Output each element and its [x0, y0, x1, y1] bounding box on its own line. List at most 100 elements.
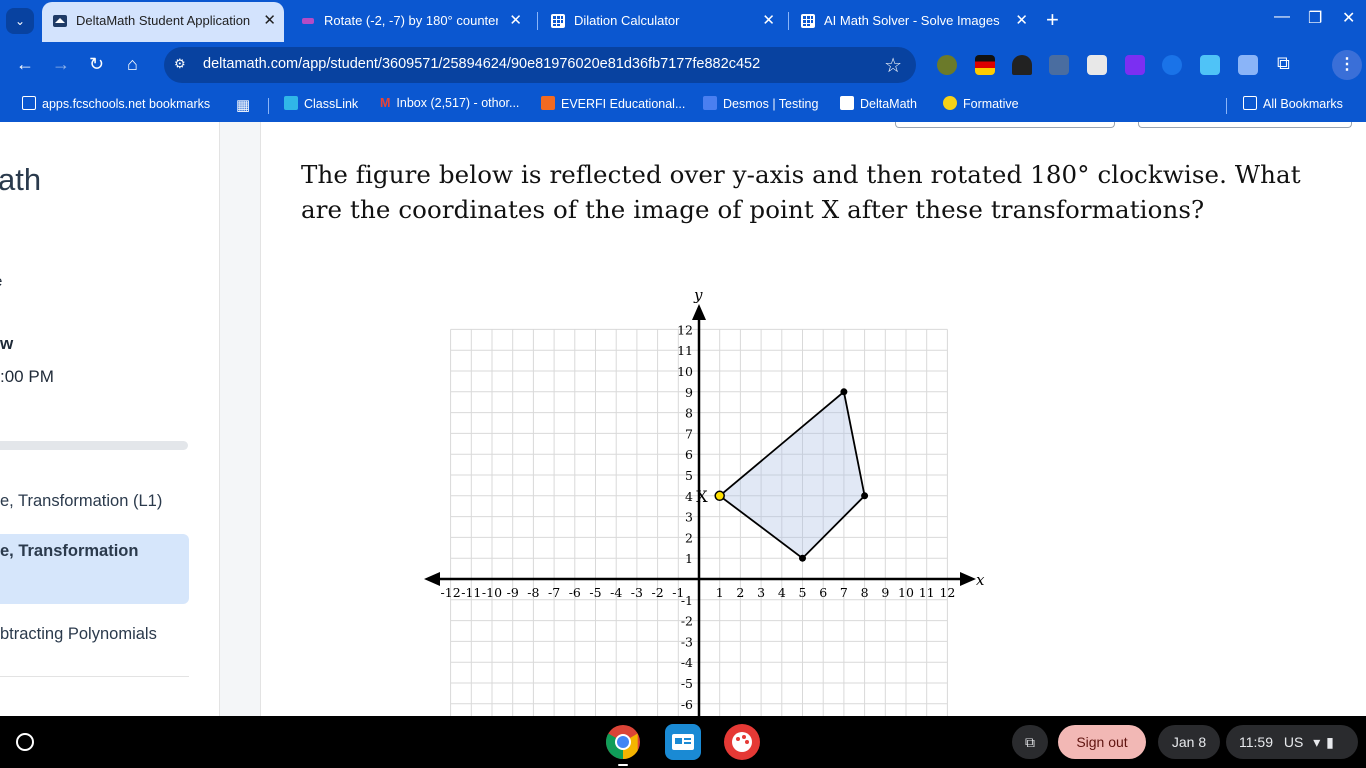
extension-cloud-icon[interactable] [1200, 55, 1220, 75]
forward-icon[interactable]: → [52, 54, 70, 74]
chromeos-shelf: ⧉ Sign out Jan 8 11:59 US ▾ ▮ [0, 716, 1366, 768]
extension-hat-icon[interactable] [1012, 55, 1032, 75]
tab-deltamath[interactable]: DeltaMath Student Application ✕ [42, 2, 284, 42]
bookmark-label: apps.fcschools.net bookmarks [42, 97, 211, 111]
bookmark-label: ClassLink [304, 97, 359, 111]
y-tick-label: 10 [677, 364, 693, 379]
x-tick-label: -10 [482, 585, 502, 600]
classroom-app-icon[interactable] [665, 724, 701, 760]
x-tick-label: 6 [819, 585, 827, 600]
extension-save-icon[interactable] [1238, 55, 1258, 75]
apps-grid-icon: ▦ [236, 97, 251, 114]
tab-ai-math[interactable]: AI Math Solver - Solve Images F ✕ [790, 4, 1036, 38]
top-button-edge[interactable] [1138, 122, 1352, 128]
chrome-logo-icon [606, 725, 640, 759]
brand-logo-text: ath [0, 162, 42, 197]
paint-app-icon[interactable] [724, 724, 760, 760]
extension-flag-icon[interactable] [975, 55, 995, 75]
x-axis-label: x [976, 571, 985, 589]
close-window-icon[interactable]: ✕ [1342, 8, 1355, 28]
palette-icon [732, 732, 752, 752]
tab-rotate[interactable]: Rotate (-2, -7) by 180° countercl ✕ [290, 4, 530, 38]
deltamath-page: ath e w :00 PM e, Transformation (L1) e,… [0, 122, 1366, 716]
x-tick-label: 3 [757, 585, 765, 600]
bookmark-formative[interactable]: Formative [943, 96, 1019, 111]
wifi-icon: ▾ [1313, 734, 1321, 750]
extensions-puzzle-icon[interactable]: ⧉ [1277, 53, 1290, 73]
close-tab-icon[interactable]: ✕ [762, 4, 775, 38]
sidebar-item-subtracting-polynomials[interactable]: btracting Polynomials [0, 618, 189, 658]
launcher-icon [16, 733, 34, 751]
tab-title: AI Math Solver - Solve Images F [824, 13, 1004, 28]
browser-toolbar: ← → ↻ ⌂ ⚙ deltamath.com/app/student/3609… [0, 42, 1366, 88]
bookmark-everfi[interactable]: EVERFI Educational... [541, 96, 685, 111]
close-tab-icon[interactable]: ✕ [509, 4, 522, 38]
classlink-icon [284, 96, 298, 110]
close-tab-icon[interactable]: ✕ [263, 2, 276, 40]
chevron-down-icon: ⌄ [14, 14, 26, 28]
bookmark-star-icon[interactable]: ☆ [884, 53, 902, 78]
id-card-icon [672, 734, 694, 750]
bookmark-deltamath[interactable]: DeltaMath [840, 96, 917, 111]
address-bar[interactable]: ⚙ deltamath.com/app/student/3609571/2589… [164, 47, 916, 83]
bookmark-classlink[interactable]: ClassLink [284, 96, 358, 111]
sidebar-item-transformation-l1[interactable]: e, Transformation (L1) [0, 486, 189, 526]
date-button[interactable]: Jan 8 [1158, 725, 1220, 759]
deltamath-icon [840, 96, 854, 110]
restore-icon[interactable]: ❐ [1308, 8, 1322, 28]
clipboard-button[interactable]: ⧉ [1012, 725, 1048, 759]
apps-grid-button[interactable]: ▦ [236, 96, 250, 114]
due-time: :00 PM [0, 367, 54, 386]
x-tick-label: 10 [898, 585, 914, 600]
calculator-icon [801, 14, 815, 28]
y-tick-label: -4 [681, 655, 693, 670]
question-prompt: The figure below is reflected over y-axi… [301, 160, 1301, 224]
bookmark-desmos[interactable]: Desmos | Testing [703, 96, 818, 111]
vertex-point [799, 554, 806, 562]
sidebar-divider [0, 676, 189, 677]
date-label: Jan 8 [1171, 734, 1207, 750]
bookmark-label: All Bookmarks [1263, 97, 1343, 111]
folder-icon [1243, 96, 1257, 110]
bookmark-label: EVERFI Educational... [561, 97, 686, 111]
extension-owl-icon[interactable] [1087, 55, 1107, 75]
signout-button[interactable]: Sign out [1058, 725, 1146, 759]
back-icon[interactable]: ← [16, 54, 34, 74]
x-tick-label: -12 [441, 585, 461, 600]
tab-search-button[interactable]: ⌄ [6, 8, 34, 34]
tab-dilation[interactable]: Dilation Calculator ✕ [540, 4, 783, 38]
tab-favicon-icon [302, 18, 314, 24]
tab-title: Dilation Calculator [574, 13, 680, 28]
chrome-app-icon[interactable] [605, 724, 641, 766]
top-button-edge[interactable] [895, 122, 1115, 128]
site-info-icon[interactable]: ⚙ [174, 56, 190, 72]
home-icon[interactable]: ⌂ [127, 54, 138, 74]
x-tick-label: 8 [861, 585, 869, 600]
x-axis-arrow-right [960, 572, 976, 586]
bookmark-folder-apps[interactable]: apps.fcschools.net bookmarks [22, 96, 210, 111]
y-tick-label: -3 [681, 634, 693, 649]
status-tray[interactable]: 11:59 US ▾ ▮ [1226, 725, 1358, 759]
tab-divider [788, 12, 789, 30]
x-tick-label: 9 [881, 585, 889, 600]
minimize-icon[interactable]: — [1274, 8, 1290, 26]
reload-icon[interactable]: ↻ [89, 54, 104, 74]
x-tick-label: -7 [548, 585, 560, 600]
browser-menu-icon[interactable]: ⋮ [1332, 50, 1362, 80]
extension-kami-icon[interactable] [1125, 55, 1145, 75]
coordinate-graph: xy -12 -11 -10 -9 -8 -7 -6 -5 -4 -3 -2 -1 1 2 3 4 5 6 7 8 9 1… [424, 286, 985, 716]
extension-bridge-icon[interactable] [1049, 55, 1069, 75]
extension-blue-icon[interactable] [1162, 55, 1182, 75]
launcher-button[interactable] [9, 726, 41, 758]
close-tab-icon[interactable]: ✕ [1015, 4, 1028, 38]
bookmark-label: Desmos | Testing [723, 97, 819, 111]
bookmark-gmail[interactable]: M Inbox (2,517) - othor... [380, 96, 519, 110]
y-tick-label: 5 [685, 468, 693, 483]
all-bookmarks-button[interactable]: All Bookmarks [1243, 96, 1343, 111]
point-x-marker [714, 490, 725, 502]
y-tick-label: 12 [677, 322, 693, 337]
extension-lp-icon[interactable] [937, 55, 957, 75]
vertex-point [840, 388, 848, 396]
new-tab-button[interactable]: + [1046, 9, 1059, 31]
sidebar-item-transformation[interactable]: e, Transformation [0, 534, 189, 604]
